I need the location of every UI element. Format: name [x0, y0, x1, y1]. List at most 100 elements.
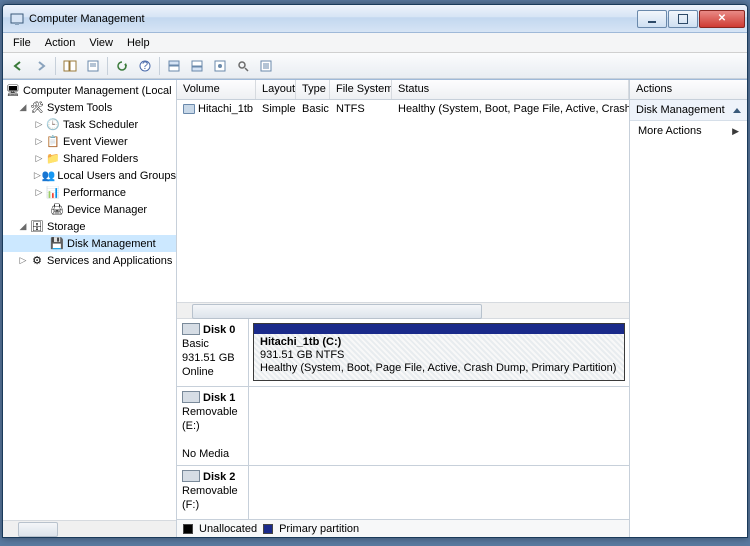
find-button[interactable] — [232, 55, 254, 77]
minimize-button[interactable] — [637, 10, 667, 28]
disk1-media: No Media — [182, 447, 243, 461]
disk0-size: 931.51 GB — [182, 351, 243, 365]
col-layout[interactable]: Layout — [256, 80, 296, 99]
tree-local-users[interactable]: ▷ 👥 Local Users and Groups — [3, 167, 176, 184]
tree-label: Disk Management — [67, 238, 156, 250]
tools-icon: 🛠 — [29, 101, 45, 115]
disk0-state: Online — [182, 365, 243, 379]
disk-row-2[interactable]: Disk 2 Removable (F:) No Media — [177, 466, 629, 519]
disk0-vol-status: Healthy (System, Boot, Page File, Active… — [260, 362, 616, 374]
col-status[interactable]: Status — [392, 80, 629, 99]
disk2-name: Disk 2 — [203, 471, 235, 483]
tree-scrollbar[interactable] — [3, 520, 176, 537]
maximize-button[interactable] — [668, 10, 698, 28]
tree-event-viewer[interactable]: ▷ 📋 Event Viewer — [3, 133, 176, 150]
computer-management-window: Computer Management File Action View Hel… — [2, 4, 748, 538]
expand-icon[interactable]: ▷ — [33, 119, 45, 130]
disk-row-0[interactable]: Disk 0 Basic 931.51 GB Online Hitachi_1t… — [177, 319, 629, 387]
expand-icon[interactable]: ▷ — [33, 153, 45, 164]
primary-swatch — [263, 524, 273, 534]
view-bottom-button[interactable] — [186, 55, 208, 77]
collapse-up-icon — [733, 108, 741, 113]
tree-label: Services and Applications — [47, 255, 172, 267]
expand-icon[interactable]: ▷ — [17, 255, 29, 266]
tree-label: Performance — [63, 187, 126, 199]
actions-header: Actions — [630, 80, 747, 100]
settings-button[interactable] — [209, 55, 231, 77]
actions-pane: Actions Disk Management More Actions ▶ — [630, 80, 747, 537]
vol-status: Healthy (System, Boot, Page File, Active… — [392, 102, 629, 116]
list-scrollbar[interactable] — [177, 302, 629, 319]
actions-section[interactable]: Disk Management — [630, 100, 747, 121]
disk2-type: Removable (F:) — [182, 484, 243, 512]
menu-view[interactable]: View — [83, 35, 119, 51]
tree-label: System Tools — [47, 102, 112, 114]
event-icon: 📋 — [45, 135, 61, 149]
expand-icon[interactable]: ▷ — [33, 136, 45, 147]
disk0-name: Disk 0 — [203, 324, 235, 336]
svg-text:?: ? — [142, 60, 148, 72]
help-button[interactable]: ? — [134, 55, 156, 77]
device-icon: 🖨 — [49, 203, 65, 217]
menu-help[interactable]: Help — [121, 35, 156, 51]
users-icon: 👥 — [42, 169, 56, 183]
col-type[interactable]: Type — [296, 80, 330, 99]
folder-icon: 📁 — [45, 152, 61, 166]
back-button[interactable] — [7, 55, 29, 77]
disk-row-1[interactable]: Disk 1 Removable (E:) No Media — [177, 387, 629, 466]
disk0-vol-name: Hitachi_1tb (C:) — [260, 336, 341, 348]
perf-icon: 📊 — [45, 186, 61, 200]
expand-icon[interactable]: ▷ — [33, 170, 42, 181]
tree-root[interactable]: 🖥 Computer Management (Local — [3, 82, 176, 99]
legend-primary: Primary partition — [279, 523, 359, 535]
primary-partition-bar — [254, 324, 624, 334]
disk1-type: Removable (E:) — [182, 405, 243, 433]
computer-icon: 🖥 — [5, 84, 21, 98]
disk0-vol-size: 931.51 GB NTFS — [260, 349, 344, 361]
tree-device-manager[interactable]: 🖨 Device Manager — [3, 201, 176, 218]
col-filesystem[interactable]: File System — [330, 80, 392, 99]
tree-label: Local Users and Groups — [57, 170, 176, 182]
tree-system-tools[interactable]: ◢ 🛠 System Tools — [3, 99, 176, 116]
vol-name: Hitachi_1tb (C:) — [198, 103, 256, 115]
clock-icon: 🕒 — [45, 118, 61, 132]
tree-shared-folders[interactable]: ▷ 📁 Shared Folders — [3, 150, 176, 167]
properties-button[interactable] — [82, 55, 104, 77]
more-actions-item[interactable]: More Actions ▶ — [630, 121, 747, 141]
refresh-button[interactable] — [111, 55, 133, 77]
tree-storage[interactable]: ◢ 🗄 Storage — [3, 218, 176, 235]
volume-row[interactable]: Hitachi_1tb (C:) Simple Basic NTFS Healt… — [177, 100, 629, 117]
action-list-button[interactable] — [255, 55, 277, 77]
actions-section-label: Disk Management — [636, 104, 725, 116]
close-button[interactable] — [699, 10, 745, 28]
more-actions-label: More Actions — [638, 125, 702, 137]
menu-bar: File Action View Help — [3, 33, 747, 53]
tree-label: Device Manager — [67, 204, 147, 216]
vol-type: Basic — [296, 102, 330, 116]
forward-button[interactable] — [30, 55, 52, 77]
tree-performance[interactable]: ▷ 📊 Performance — [3, 184, 176, 201]
disk-icon — [182, 470, 200, 482]
tree-disk-management[interactable]: 💾 Disk Management — [3, 235, 176, 252]
collapse-icon[interactable]: ◢ — [17, 221, 29, 232]
col-volume[interactable]: Volume — [177, 80, 256, 99]
menu-action[interactable]: Action — [39, 35, 82, 51]
tree-label: Event Viewer — [63, 136, 128, 148]
volume-icon — [183, 104, 195, 114]
tree-label: Storage — [47, 221, 86, 233]
tree-label: Shared Folders — [63, 153, 138, 165]
tree-services[interactable]: ▷ ⚙ Services and Applications — [3, 252, 176, 269]
collapse-icon[interactable]: ◢ — [17, 102, 29, 113]
expand-icon[interactable]: ▷ — [33, 187, 45, 198]
show-hide-tree-button[interactable] — [59, 55, 81, 77]
titlebar[interactable]: Computer Management — [3, 5, 747, 33]
tree-task-scheduler[interactable]: ▷ 🕒 Task Scheduler — [3, 116, 176, 133]
disk0-volume-c[interactable]: Hitachi_1tb (C:) 931.51 GB NTFS Healthy … — [253, 323, 625, 381]
volume-list[interactable]: Hitachi_1tb (C:) Simple Basic NTFS Healt… — [177, 100, 629, 302]
legend-unallocated: Unallocated — [199, 523, 257, 535]
legend: Unallocated Primary partition — [177, 519, 629, 537]
storage-icon: 🗄 — [29, 220, 45, 234]
view-top-button[interactable] — [163, 55, 185, 77]
disk0-type: Basic — [182, 337, 243, 351]
menu-file[interactable]: File — [7, 35, 37, 51]
